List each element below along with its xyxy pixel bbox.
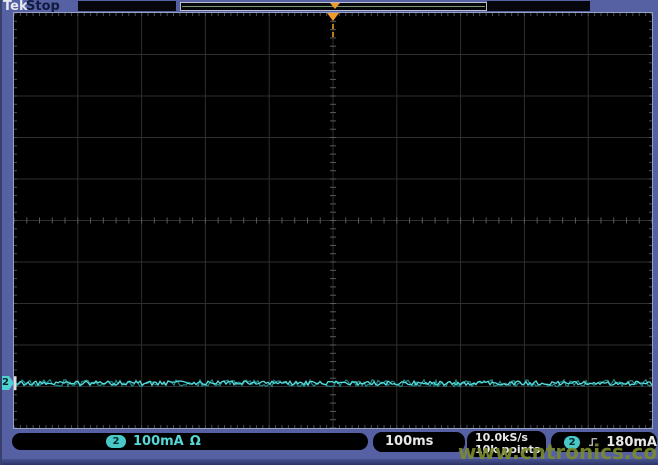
channel2-coupling: Ω: [190, 434, 201, 449]
channel2-badge-icon: 2: [106, 435, 126, 448]
timebase-readout: 100ms: [373, 432, 465, 452]
channel2-readout: 2 100mA Ω: [12, 433, 368, 450]
graticule-svg: [14, 13, 652, 428]
channel2-scale-readout: 100mA Ω: [133, 434, 201, 449]
record-view-bar: [180, 2, 487, 11]
record-trigger-position-icon: [330, 3, 340, 9]
top-readout-blank-right: [487, 1, 590, 11]
top-readout-blank-left: [78, 1, 176, 11]
left-bezel-edge: [0, 0, 2, 465]
oscilloscope-screen: Tek Stop 2 2 100mAΩ 100ms 10.0kS/s 10k p…: [0, 0, 658, 465]
graticule: [13, 12, 653, 429]
channel2-position-marker: 2: [0, 376, 14, 390]
channel2-scale: 100mA: [133, 434, 184, 449]
watermark: www.cntronics.com: [458, 440, 658, 464]
